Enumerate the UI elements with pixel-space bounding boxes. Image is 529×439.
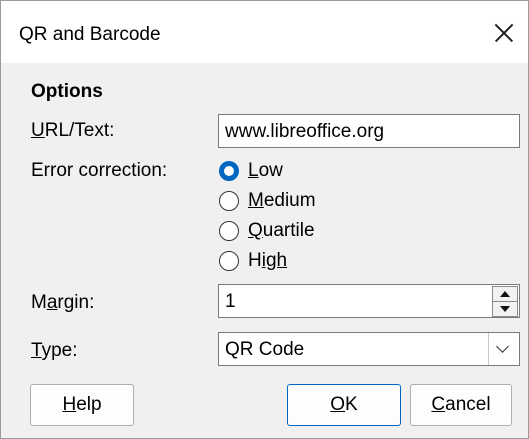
radio-quartile-indicator[interactable] (219, 221, 239, 241)
radio-medium-indicator[interactable] (219, 191, 239, 211)
title-bar: QR and Barcode (1, 1, 528, 63)
radio-medium-label: Medium (248, 190, 316, 211)
chevron-up-icon[interactable] (492, 286, 518, 302)
type-value: QR Code (225, 339, 305, 360)
margin-spinbox[interactable]: 1 (218, 284, 520, 318)
url-text-input[interactable]: www.libreoffice.org (218, 114, 520, 148)
help-button[interactable]: Help (30, 384, 134, 426)
radio-high-indicator[interactable] (219, 251, 239, 271)
chevron-down-icon[interactable] (492, 301, 518, 317)
qr-barcode-dialog: QR and Barcode Options URL/Text: www.lib… (0, 0, 529, 439)
radio-quartile-label: Quartile (248, 220, 315, 241)
type-label: Type: (31, 340, 78, 361)
close-icon[interactable] (487, 15, 523, 51)
margin-label: Margin: (31, 292, 95, 313)
options-heading: Options (31, 81, 103, 102)
chevron-down-icon[interactable] (488, 333, 519, 365)
url-text-value: www.libreoffice.org (225, 121, 385, 142)
radio-high-label: High (248, 250, 288, 271)
spin-buttons (492, 286, 518, 317)
ok-button[interactable]: OK (287, 384, 401, 426)
cancel-button[interactable]: Cancel (410, 384, 512, 426)
type-dropdown[interactable]: QR Code (218, 332, 520, 366)
radio-low-indicator[interactable] (219, 161, 239, 181)
url-text-label: URL/Text: (31, 120, 115, 141)
error-correction-label: Error correction: (31, 160, 168, 181)
margin-value: 1 (225, 291, 236, 312)
window-title: QR and Barcode (19, 24, 161, 45)
radio-low-label: Low (248, 160, 283, 181)
